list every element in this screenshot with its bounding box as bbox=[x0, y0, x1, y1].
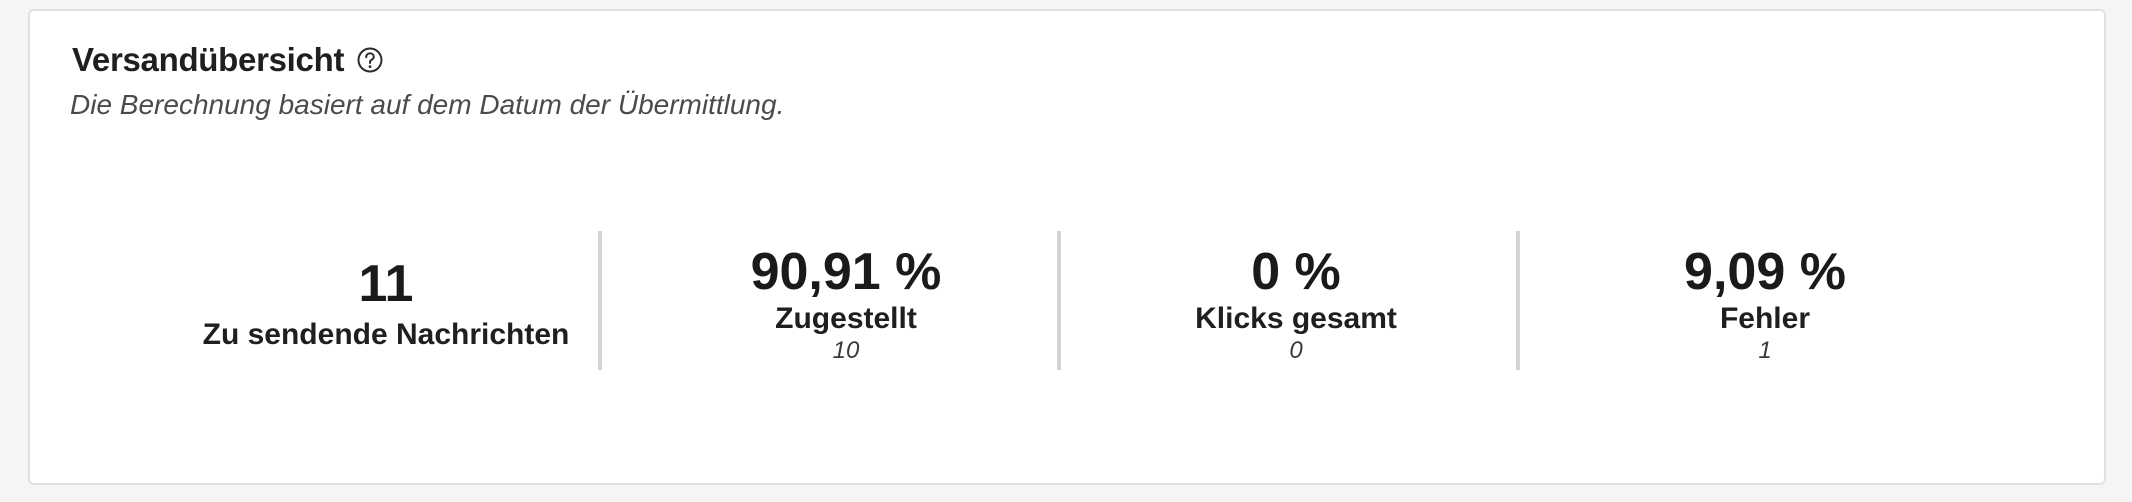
delivery-overview-card: Versandübersicht Die Berechnung basiert … bbox=[28, 9, 2106, 485]
metric-errors: 9,09 % Fehler 1 bbox=[1684, 243, 1846, 366]
metric-label: Zu sendende Nachrichten bbox=[202, 318, 570, 352]
metric-divider bbox=[598, 231, 602, 370]
metric-count: 10 bbox=[832, 337, 860, 365]
metric-label: Klicks gesamt bbox=[1195, 302, 1397, 336]
metric-label: Fehler bbox=[1719, 302, 1811, 336]
metric-divider bbox=[1057, 231, 1061, 370]
metric-total-clicks: 0 % Klicks gesamt 0 bbox=[1195, 243, 1397, 366]
metrics-row: 11 Zu sendende Nachrichten 90,91 % Zuges… bbox=[30, 11, 2104, 483]
metric-value: 9,09 % bbox=[1684, 243, 1846, 301]
metric-messages-to-send: 11 Zu sendende Nachrichten bbox=[202, 255, 570, 353]
metric-label: Zugestellt bbox=[775, 302, 917, 336]
metric-divider bbox=[1516, 231, 1520, 370]
metric-value: 11 bbox=[358, 255, 414, 313]
metric-delivered: 90,91 % Zugestellt 10 bbox=[750, 243, 942, 366]
metric-count: 1 bbox=[1758, 337, 1772, 365]
metric-value: 0 % bbox=[1251, 243, 1341, 301]
metric-value: 90,91 % bbox=[750, 243, 942, 301]
metric-count: 0 bbox=[1289, 337, 1303, 365]
